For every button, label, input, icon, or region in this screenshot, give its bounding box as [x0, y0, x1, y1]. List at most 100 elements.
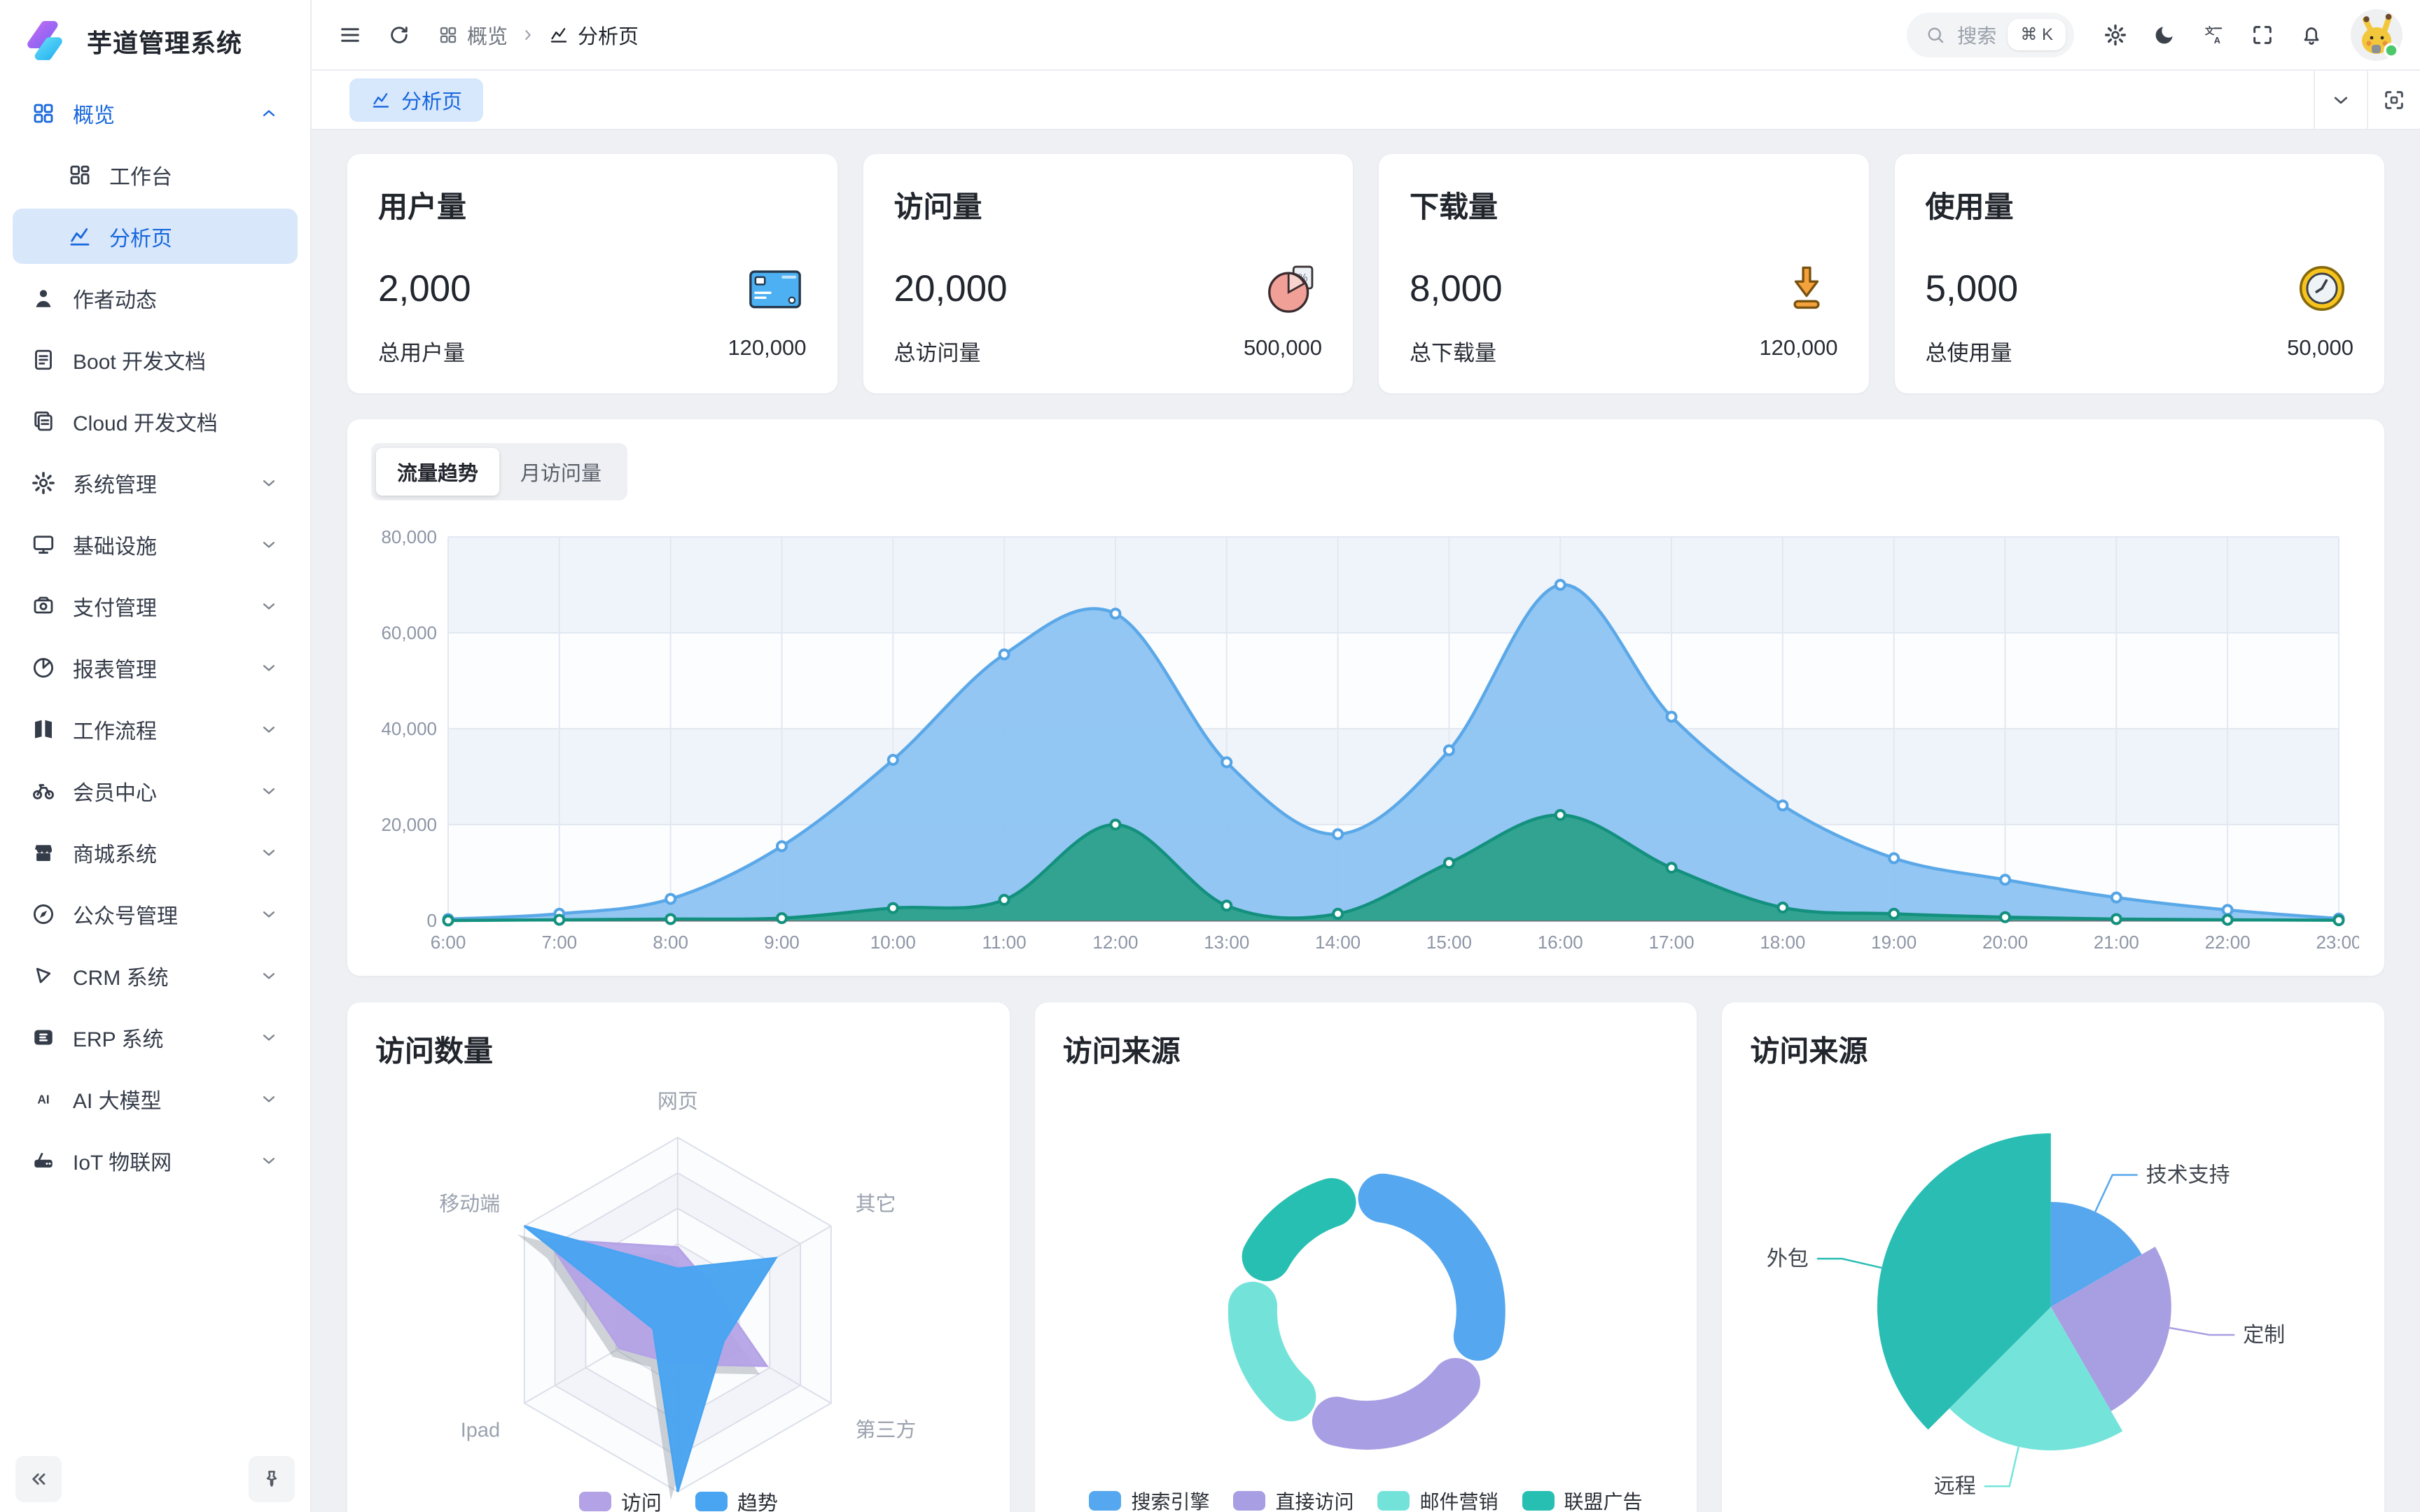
sidebar-item-分析页[interactable]: 分析页: [13, 209, 298, 264]
stat-total-value: 120,000: [1759, 335, 1837, 367]
settings-gear-button[interactable]: [2094, 13, 2137, 57]
breadcrumb-item-analysis[interactable]: 分析页: [548, 20, 639, 50]
refresh-button[interactable]: [377, 13, 421, 57]
sidebar-item-label: IoT 物联网: [73, 1145, 172, 1176]
legend-label: 邮件营销: [1419, 1487, 1498, 1512]
sidebar-item-label: Boot 开发文档: [73, 344, 206, 375]
sidebar-item-支付管理[interactable]: 支付管理: [13, 578, 298, 634]
search-input[interactable]: 搜索 ⌘ K: [1907, 13, 2074, 57]
sidebar-pin-button[interactable]: [249, 1456, 295, 1502]
sidebar-item-工作台[interactable]: 工作台: [13, 147, 298, 202]
stat-total-value: 500,000: [1244, 335, 1322, 367]
notifications-bell-button[interactable]: [2290, 13, 2333, 57]
sidebar-item-label: AI 大模型: [73, 1084, 162, 1114]
sidebar-item-IoT-物联网[interactable]: IoT 物联网: [13, 1133, 298, 1188]
radar-legend: 访问 趋势: [347, 1487, 1010, 1512]
stat-title: 下载量: [1410, 183, 1838, 226]
line-chart-icon: [548, 24, 569, 46]
language-translate-button[interactable]: 文A: [2192, 13, 2235, 57]
svg-text:20:00: 20:00: [1982, 932, 2028, 953]
sidebar-item-label: Cloud 开发文档: [73, 406, 218, 437]
traffic-trend-card: 流量趋势 月访问量 020,00040,00060,00080,0006:007…: [347, 419, 2384, 976]
visit-count-panel: 访问数量 网页其它第三方客户端Ipad移动端 访问趋势: [347, 1002, 1010, 1512]
svg-text:第三方: 第三方: [855, 1418, 916, 1441]
stat-value: 5,000: [1926, 267, 2019, 310]
app-root: 芋道管理系统 概览工作台分析页作者动态Boot 开发文档Cloud 开发文档系统…: [0, 0, 2420, 1512]
svg-text:22:00: 22:00: [2205, 932, 2251, 953]
clock-icon: [2290, 257, 2353, 320]
tab-traffic-trend[interactable]: 流量趋势: [376, 448, 499, 496]
legend-item-联盟广告[interactable]: 联盟广告: [1522, 1487, 1643, 1512]
pay-icon: [31, 594, 56, 619]
svg-text:23:00: 23:00: [2316, 932, 2359, 953]
tab-analysis-page[interactable]: 分析页: [349, 78, 483, 122]
stat-title: 访问量: [894, 183, 1323, 226]
svg-text:13:00: 13:00: [1204, 932, 1249, 953]
legend-item-邮件营销[interactable]: 邮件营销: [1377, 1487, 1498, 1512]
svg-text:60,000: 60,000: [381, 622, 437, 643]
legend-item-访问[interactable]: 访问: [579, 1487, 662, 1512]
pie-pct-icon: %: [1259, 257, 1322, 320]
stat-total-value: 50,000: [2287, 335, 2353, 367]
stat-total-label: 总用户量: [378, 335, 465, 367]
chevron-down-icon: [258, 842, 279, 863]
sidebar-item-label: CRM 系统: [73, 960, 169, 991]
sidebar-item-工作流程[interactable]: 工作流程: [13, 701, 298, 757]
sidebar-item-报表管理[interactable]: 报表管理: [13, 640, 298, 695]
rose-pie-chart: 技术支持定制远程外包: [1722, 1002, 2384, 1512]
svg-text:17:00: 17:00: [1649, 932, 1695, 953]
sidebar-item-概览[interactable]: 概览: [13, 85, 298, 141]
legend-item-搜索引擎[interactable]: 搜索引擎: [1089, 1487, 1209, 1512]
content-fullscreen-button[interactable]: [2367, 71, 2420, 129]
fullscreen-button[interactable]: [2241, 13, 2284, 57]
stat-total-label: 总访问量: [894, 335, 981, 367]
legend-label: 访问: [621, 1487, 662, 1512]
sidebar-item-label: 分析页: [109, 221, 172, 252]
search-icon: [1925, 24, 1946, 46]
stat-card-使用量: 使用量5,000总使用量50,000: [1895, 154, 2385, 393]
chevron-down-icon: [258, 965, 279, 986]
svg-text:网页: 网页: [658, 1091, 698, 1113]
sidebar-item-Cloud-开发文档[interactable]: Cloud 开发文档: [13, 393, 298, 449]
sidebar-item-ERP-系统[interactable]: ERP 系统: [13, 1009, 298, 1065]
sidebar-item-AI-大模型[interactable]: AI AI 大模型: [13, 1071, 298, 1126]
stat-total-label: 总使用量: [1926, 335, 2012, 367]
breadcrumb-item-overview[interactable]: 概览: [438, 20, 508, 50]
svg-text:10:00: 10:00: [870, 932, 916, 953]
legend-swatch: [695, 1492, 728, 1511]
sidebar-item-基础设施[interactable]: 基础设施: [13, 517, 298, 572]
chevron-up-icon: [258, 103, 279, 124]
hamburger-menu-button[interactable]: [328, 13, 372, 57]
sidebar-item-CRM-系统[interactable]: CRM 系统: [13, 948, 298, 1003]
legend-label: 联盟广告: [1564, 1487, 1643, 1512]
doc-icon: [31, 347, 56, 372]
gear-icon: [31, 470, 56, 496]
sidebar-item-公众号管理[interactable]: 公众号管理: [13, 886, 298, 941]
legend-item-直接访问[interactable]: 直接访问: [1233, 1487, 1354, 1512]
legend-item-趋势[interactable]: 趋势: [695, 1487, 778, 1512]
app-title: 芋道管理系统: [87, 23, 242, 59]
traffic-area-chart: 020,00040,00060,00080,0006:007:008:009:0…: [371, 523, 2359, 971]
sidebar-item-系统管理[interactable]: 系统管理: [13, 455, 298, 510]
sidebar-item-作者动态[interactable]: 作者动态: [13, 270, 298, 326]
panel-title: 访问来源: [1063, 1028, 1669, 1070]
content-area: 用户量2,000总用户量120,000访问量20,000%总访问量500,000…: [312, 130, 2420, 1512]
stat-value: 20,000: [894, 267, 1008, 310]
sidebar-item-Boot-开发文档[interactable]: Boot 开发文档: [13, 332, 298, 387]
ai-icon: AI: [31, 1086, 56, 1112]
sidebar-item-商城系统[interactable]: 商城系统: [13, 825, 298, 880]
chevron-down-icon: [258, 1150, 279, 1171]
dark-mode-moon-button[interactable]: [2143, 13, 2186, 57]
sidebar-item-会员中心[interactable]: 会员中心: [13, 763, 298, 818]
user-avatar[interactable]: [2350, 8, 2403, 62]
legend-label: 直接访问: [1275, 1487, 1354, 1512]
tab-monthly-visits[interactable]: 月访问量: [499, 448, 623, 496]
breadcrumb-label: 概览: [467, 20, 508, 50]
logo-row[interactable]: 芋道管理系统: [0, 0, 310, 83]
rose-label-技术支持: 技术支持: [2146, 1163, 2230, 1186]
svg-text:18:00: 18:00: [1760, 932, 1805, 953]
search-shortcut-badge: ⌘ K: [2008, 19, 2066, 50]
sidebar-collapse-button[interactable]: [15, 1456, 62, 1502]
tab-list-dropdown-button[interactable]: [2314, 71, 2367, 129]
svg-text:40,000: 40,000: [381, 718, 437, 739]
